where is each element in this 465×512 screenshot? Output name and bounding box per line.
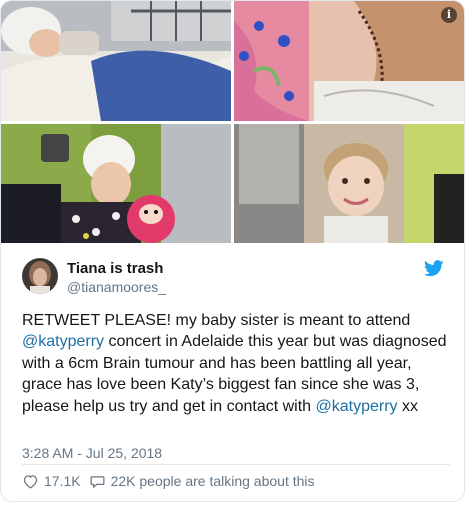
tweet-timestamp[interactable]: 3:28 AM - Jul 25, 2018 — [22, 445, 162, 461]
user-display-name[interactable]: Tiana is trash — [67, 260, 163, 277]
photo-smiling-girl[interactable] — [234, 124, 464, 243]
photo-girl-in-hospital-bed[interactable] — [1, 1, 231, 121]
tweet-text: RETWEET PLEASE! my baby sister is meant … — [22, 310, 452, 417]
tweet-text-part: RETWEET PLEASE! my baby sister is meant … — [22, 312, 411, 329]
divider — [22, 464, 450, 465]
tweet-text-part: xx — [397, 397, 419, 415]
user-handle[interactable]: @tianamoores_ — [67, 279, 166, 295]
photo-surgical-scar[interactable]: i — [234, 1, 464, 121]
photo-grid: i — [1, 1, 464, 243]
embedded-tweet-card: i Tiana is trash @tianamoores_ RETWEET P… — [0, 0, 465, 502]
mention-link[interactable]: @katyperry — [22, 333, 104, 350]
talking-about-link[interactable]: 22K people are talking about this — [111, 473, 315, 489]
speech-bubble-icon[interactable] — [89, 473, 106, 490]
tweet-body: Tiana is trash @tianamoores_ RETWEET PLE… — [1, 243, 464, 501]
like-count[interactable]: 17.1K — [44, 473, 81, 489]
mention-link[interactable]: @katyperry — [316, 398, 398, 415]
photo-girl-with-toy[interactable] — [1, 124, 231, 243]
avatar[interactable] — [22, 258, 58, 294]
tweet-actions: 17.1K 22K people are talking about this — [22, 471, 315, 491]
twitter-bird-icon[interactable] — [424, 260, 444, 277]
info-icon[interactable]: i — [441, 7, 457, 23]
heart-icon[interactable] — [22, 473, 39, 490]
